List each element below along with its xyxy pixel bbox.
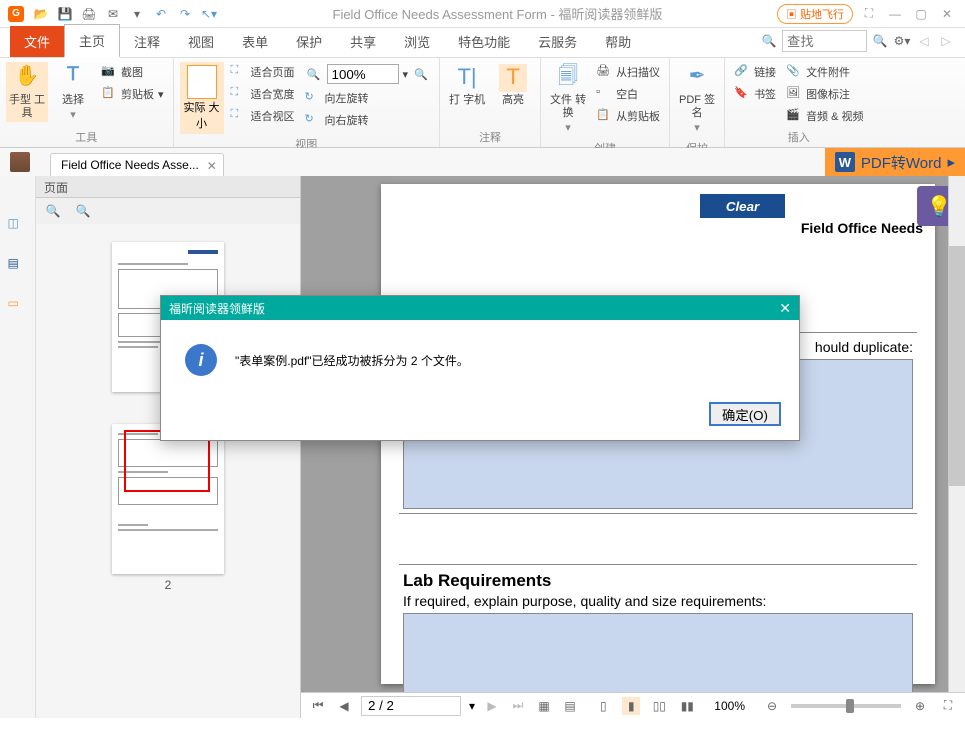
modal-overlay: 福昕阅读器领鲜版 ✕ i "表单案例.pdf"已经成功被拆分为 2 个文件。 确…	[0, 0, 965, 740]
dialog-titlebar: 福昕阅读器领鲜版 ✕	[161, 296, 799, 320]
info-dialog: 福昕阅读器领鲜版 ✕ i "表单案例.pdf"已经成功被拆分为 2 个文件。 确…	[160, 295, 800, 441]
ok-button[interactable]: 确定(O)	[709, 402, 781, 426]
dialog-close-icon[interactable]: ✕	[779, 300, 791, 317]
dialog-message: "表单案例.pdf"已经成功被拆分为 2 个文件。	[235, 352, 469, 369]
dialog-body: i "表单案例.pdf"已经成功被拆分为 2 个文件。	[161, 320, 799, 394]
info-icon: i	[185, 344, 217, 376]
dialog-title: 福昕阅读器领鲜版	[169, 300, 265, 317]
